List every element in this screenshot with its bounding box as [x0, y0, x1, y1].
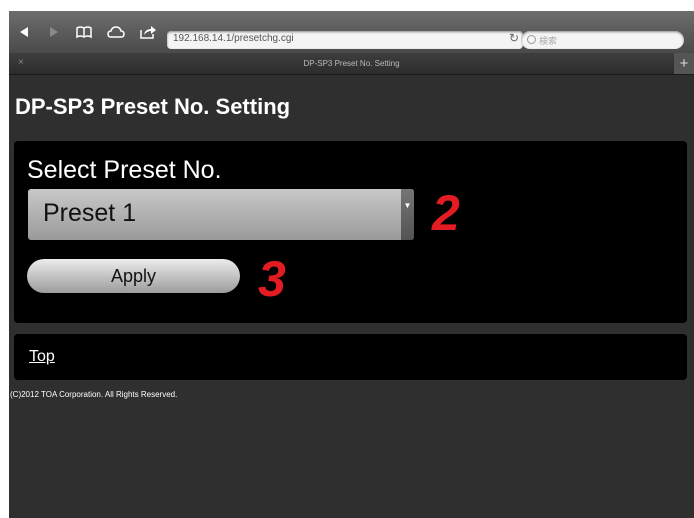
cloud-icon[interactable] [107, 23, 125, 41]
browser-window: 192.168.14.1/presetchg.cgi ↻ 検索 × DP-SP3… [9, 11, 694, 518]
reload-icon[interactable]: ↻ [509, 31, 519, 45]
search-placeholder: 検索 [539, 36, 558, 46]
bookmarks-icon[interactable] [75, 23, 93, 41]
search-icon [527, 35, 536, 44]
preset-panel: Select Preset No. Preset 1 ▼ Apply 2 3 [14, 141, 687, 323]
search-input[interactable]: 検索 [521, 31, 684, 49]
callout-marker-3: 3 [258, 251, 286, 307]
select-label: Select Preset No. [27, 156, 222, 184]
tab-title[interactable]: DP-SP3 Preset No. Setting [9, 59, 694, 68]
copyright-text: (C)2012 TOA Corporation. All Rights Rese… [10, 390, 178, 399]
forward-icon[interactable] [45, 23, 63, 41]
apply-button[interactable]: Apply [27, 259, 240, 293]
nav-panel: Top [14, 334, 687, 380]
preset-select[interactable]: Preset 1 ▼ [28, 189, 414, 240]
callout-marker-2: 2 [432, 185, 460, 241]
address-bar[interactable]: 192.168.14.1/presetchg.cgi ↻ [167, 31, 523, 49]
plus-icon[interactable]: + [674, 53, 694, 74]
url-text: 192.168.14.1/presetchg.cgi [173, 33, 294, 44]
back-icon[interactable] [15, 23, 33, 41]
chevron-down-icon[interactable]: ▼ [401, 189, 414, 240]
page-title: DP-SP3 Preset No. Setting [15, 94, 291, 119]
top-link[interactable]: Top [29, 348, 55, 366]
tab-bar: × DP-SP3 Preset No. Setting + [9, 53, 694, 75]
preset-select-value: Preset 1 [43, 199, 137, 227]
browser-toolbar: 192.168.14.1/presetchg.cgi ↻ 検索 [9, 11, 694, 53]
share-icon[interactable] [139, 23, 157, 41]
